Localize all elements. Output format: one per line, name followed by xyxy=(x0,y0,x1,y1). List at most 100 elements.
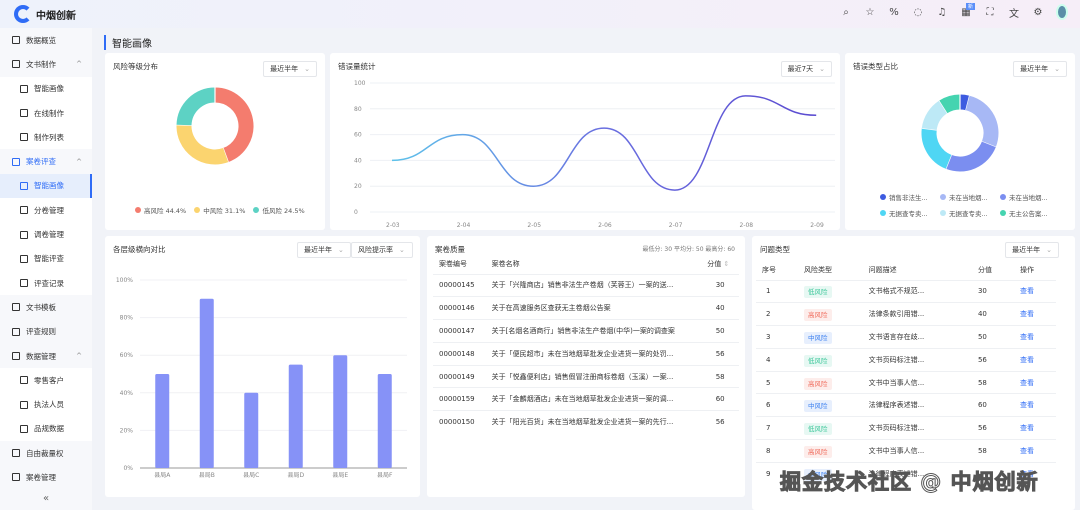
legend-item[interactable]: 未在当地烟... xyxy=(940,192,992,202)
settings-icon[interactable]: ⚙ xyxy=(1032,7,1044,18)
sidebar-item-18[interactable]: 案卷管理 xyxy=(0,465,92,489)
legend-item[interactable]: 低风险 24.5% xyxy=(253,205,305,215)
data-point[interactable] xyxy=(745,95,747,97)
view-link[interactable]: 查看 xyxy=(1020,287,1034,295)
apps-icon[interactable]: ▦ 新 xyxy=(960,2,976,18)
sidebar-item-6[interactable]: 智能画像 xyxy=(0,173,92,199)
table-row[interactable]: 5 高风险 文书中当事人信... 58 查看 xyxy=(756,370,1056,394)
legend-item[interactable]: 高风险 44.4% xyxy=(135,205,186,215)
donut-slice[interactable] xyxy=(959,94,970,111)
sidebar-item-0[interactable]: 数据概览 xyxy=(0,28,92,52)
legend-item[interactable]: 无据查专卖... xyxy=(880,208,932,218)
chevron-up-icon[interactable]: ^ xyxy=(76,60,82,68)
col-header: 风险类型 xyxy=(804,265,832,274)
table-row[interactable]: 00000148 关于「便民超市」未在当地烟草批发企业进货一案的处罚... 56 xyxy=(433,341,739,366)
view-link[interactable]: 查看 xyxy=(1020,424,1034,432)
table-row[interactable]: 00000146 关于在高速服务区查获无主卷烟公告案 40 xyxy=(433,296,739,320)
table-row[interactable]: 00000149 关于「悦鑫便利店」销售假冒注册商标卷烟（玉溪）一案... 58 xyxy=(433,364,739,388)
sidebar-item-14[interactable]: 零售客户 xyxy=(0,368,92,393)
data-point[interactable] xyxy=(603,127,605,129)
star-icon[interactable]: ☆ xyxy=(864,7,876,18)
risk-badge: 高风险 xyxy=(804,309,832,322)
period-select[interactable]: 最近半年 ⌄ xyxy=(1005,242,1059,258)
error-type-card: 错误类型占比 最近半年 ⌄ 销售非法生... 未在当地烟... 未在当地烟... 无据查… xyxy=(845,53,1075,230)
view-link[interactable]: 查看 xyxy=(1020,333,1034,341)
logo[interactable]: 中烟创新 xyxy=(14,5,76,23)
sidebar-item-3[interactable]: 在线制作 xyxy=(0,100,92,126)
data-point[interactable] xyxy=(815,114,817,116)
donut-slice[interactable] xyxy=(214,87,254,163)
chevron-up-icon[interactable]: ^ xyxy=(76,158,82,166)
legend-item[interactable]: 销售非法生... xyxy=(880,192,932,202)
table-row[interactable]: 2 高风险 法律条款引用错... 40 查看 xyxy=(756,302,1056,326)
legend-item[interactable]: 中风险 31.1% xyxy=(194,205,245,215)
percent-icon[interactable]: % xyxy=(888,7,900,18)
bar[interactable] xyxy=(199,298,214,468)
error-series-line[interactable] xyxy=(391,95,817,191)
donut-slice[interactable] xyxy=(921,100,948,131)
sidebar-item-12[interactable]: 评查规则 xyxy=(0,320,92,344)
table-row[interactable]: 7 低风险 文书页码标注错... 56 查看 xyxy=(756,416,1056,440)
fullscreen-icon[interactable]: ⛶ xyxy=(984,7,996,18)
sidebar-item-label: 数据管理 xyxy=(26,351,56,361)
sidebar-item-15[interactable]: 执法人员 xyxy=(0,392,92,417)
table-row[interactable]: 3 中风险 文书语言存在歧... 50 查看 xyxy=(756,325,1056,349)
y-tick-label: 20 xyxy=(354,183,362,190)
table-row[interactable]: 00000150 关于「阳光百货」未在当地烟草批发企业进货一案的先行... 56 xyxy=(433,410,739,434)
sidebar-item-9[interactable]: 智能评查 xyxy=(0,246,92,271)
bar[interactable] xyxy=(377,374,392,468)
sidebar-item-4[interactable]: 制作列表 xyxy=(0,125,92,150)
data-point[interactable] xyxy=(533,185,535,187)
legend-item[interactable]: 未在当地烟... xyxy=(1000,192,1052,202)
table-row[interactable]: 8 高风险 文书中当事人信... 58 查看 xyxy=(756,439,1056,463)
collapse-sidebar-button[interactable]: « xyxy=(0,493,92,504)
view-link[interactable]: 查看 xyxy=(1020,401,1034,409)
bar[interactable] xyxy=(333,355,348,468)
sidebar-item-2[interactable]: 智能画像 xyxy=(0,76,92,101)
view-link[interactable]: 查看 xyxy=(1020,379,1034,387)
table-row[interactable]: 4 低风险 文书页码标注错... 56 查看 xyxy=(756,347,1056,372)
avatar[interactable] xyxy=(1056,4,1068,20)
donut-slice[interactable] xyxy=(921,128,952,169)
sidebar-item-16[interactable]: 品规数据 xyxy=(0,416,92,442)
message-icon[interactable]: ◌ xyxy=(912,7,924,18)
view-link[interactable]: 查看 xyxy=(1020,447,1034,455)
table-row[interactable]: 6 中风险 法律程序表述错... 60 查看 xyxy=(756,393,1056,417)
table-row[interactable]: 00000145 关于「兴隆商店」销售非法生产卷烟（芙蓉王）一案的送... 30 xyxy=(433,273,739,297)
bar[interactable] xyxy=(244,392,259,468)
table-row[interactable]: 1 低风险 文书格式不规范... 30 查看 xyxy=(756,279,1056,303)
search-icon[interactable]: ⌕ xyxy=(840,7,852,18)
bell-icon[interactable]: ♫ xyxy=(936,7,948,18)
donut-slice[interactable] xyxy=(176,124,229,165)
view-link[interactable]: 查看 xyxy=(1020,356,1034,364)
legend-item[interactable]: 无据查专卖... xyxy=(940,208,992,218)
sort-icon[interactable]: ⇕ xyxy=(724,260,730,268)
sidebar-item-1[interactable]: 文书制作 ^ xyxy=(0,52,92,76)
table-row[interactable]: 00000159 关于「金麟烟酒店」未在当地烟草批发企业进货一案的调... 60 xyxy=(433,387,739,411)
col-score[interactable]: 分值 ⇕ xyxy=(701,254,739,274)
donut-slice[interactable] xyxy=(939,94,961,114)
bar[interactable] xyxy=(155,374,170,468)
sidebar-item-13[interactable]: 数据管理 ^ xyxy=(0,344,92,368)
sidebar-item-7[interactable]: 分卷管理 xyxy=(0,198,92,223)
donut-slice[interactable] xyxy=(945,141,996,172)
sidebar-item-8[interactable]: 调卷管理 xyxy=(0,222,92,247)
sidebar-item-17[interactable]: 自由裁量权 xyxy=(0,441,92,465)
legend-item[interactable]: 无主公告案... xyxy=(1000,208,1052,218)
translate-icon[interactable]: 文 xyxy=(1008,5,1020,20)
period-select[interactable]: 最近半年 ⌄ xyxy=(1013,61,1067,77)
donut-slice[interactable] xyxy=(965,95,999,148)
case-id: 00000150 xyxy=(433,410,486,434)
data-point[interactable] xyxy=(462,134,464,136)
sidebar-item-5[interactable]: 案卷评查 ^ xyxy=(0,149,92,173)
sidebar-item-11[interactable]: 文书模板 xyxy=(0,295,92,319)
risk-badge: 中风险 xyxy=(804,400,832,413)
view-link[interactable]: 查看 xyxy=(1020,310,1034,318)
bar[interactable] xyxy=(288,364,303,468)
table-row[interactable]: 00000147 关于[名烟名酒商行」销售非法生产卷烟(中华)一案的调查案 50 xyxy=(433,319,739,343)
data-point[interactable] xyxy=(391,160,393,162)
chevron-up-icon[interactable]: ^ xyxy=(76,352,82,360)
sidebar-item-10[interactable]: 评查记录 xyxy=(0,270,92,296)
donut-slice[interactable] xyxy=(176,87,216,126)
data-point[interactable] xyxy=(674,189,676,191)
